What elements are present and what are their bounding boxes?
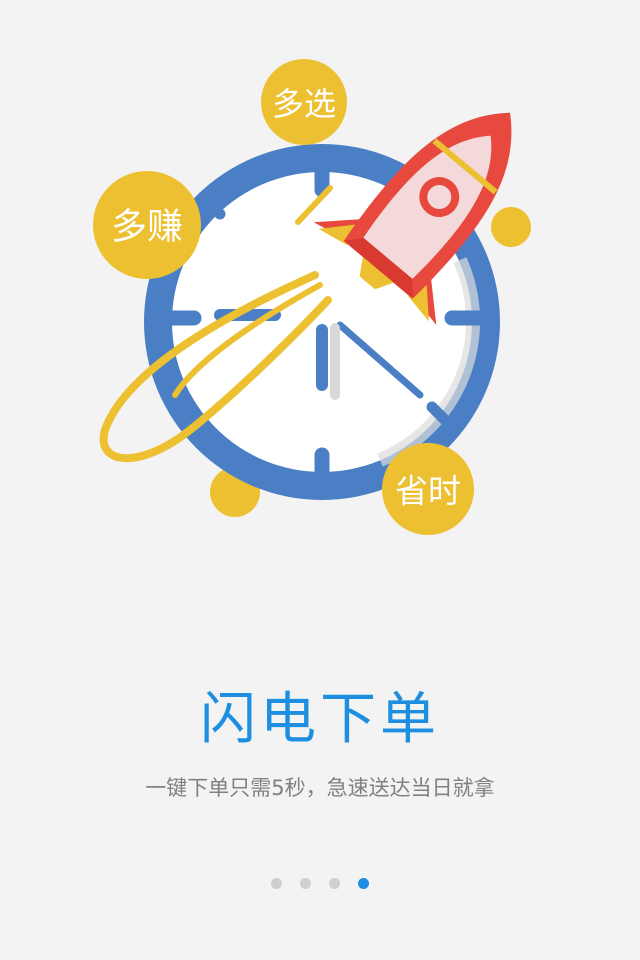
badge-duoxuan: 多选 [261,59,347,145]
page-dot-3[interactable] [329,878,340,889]
page-subtitle: 一键下单只需5秒，急速送达当日就拿 [145,776,495,800]
badge-shengshi-label: 省时 [395,472,461,511]
page-dot-1[interactable] [271,878,282,889]
page-indicator [0,878,640,890]
page-dot-4-active[interactable] [358,878,369,889]
page-title: 闪电下单 [200,687,440,752]
badge-duozhuan-label: 多赚 [111,207,183,248]
badge-duoxuan-label: 多选 [272,85,336,123]
badge-shengshi: 省时 [382,443,474,535]
badge-duozhuan: 多赚 [93,171,201,279]
onboarding-illustration: 多选 多赚 省时 [93,59,531,535]
page-dot-2[interactable] [300,878,311,889]
